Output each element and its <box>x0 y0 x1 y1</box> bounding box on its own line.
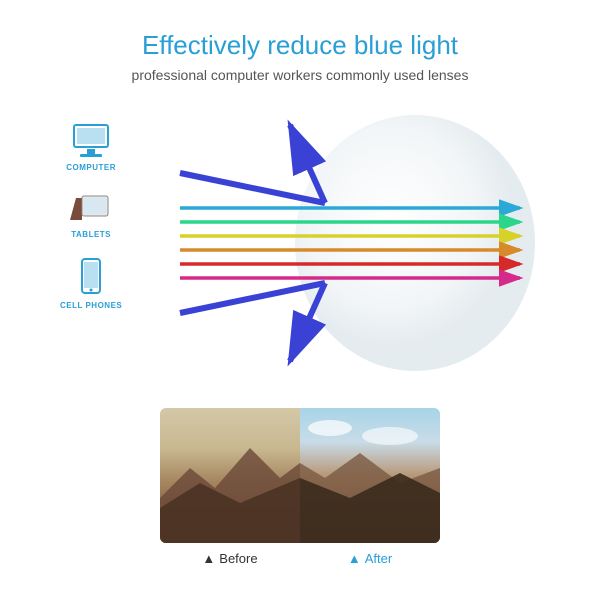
comparison-after <box>300 408 440 543</box>
lens-rays-svg <box>170 113 550 373</box>
page-title: Effectively reduce blue light <box>142 30 458 61</box>
triangle-icon: ▲ <box>202 551 215 566</box>
device-computer: COMPUTER <box>60 123 122 172</box>
phone-icon <box>79 257 103 297</box>
lens-diagram: COMPUTER TABLETS CELL PHONES <box>50 113 550 383</box>
tablet-icon <box>68 190 114 226</box>
device-list: COMPUTER TABLETS CELL PHONES <box>60 123 122 310</box>
tablet-label: TABLETS <box>71 230 111 239</box>
blue-ray-top-in <box>180 173 325 203</box>
blue-ray-bottom-in <box>180 283 325 313</box>
lens-shape <box>295 115 535 371</box>
comparison-labels: ▲ Before ▲ After <box>160 551 440 566</box>
page-subtitle: professional computer workers commonly u… <box>132 67 469 83</box>
triangle-icon: ▲ <box>348 551 361 566</box>
computer-label: COMPUTER <box>66 163 116 172</box>
before-label: ▲ Before <box>160 551 300 566</box>
device-tablet: TABLETS <box>60 190 122 239</box>
comparison-image <box>160 408 440 543</box>
before-text: Before <box>219 551 257 566</box>
comparison-before <box>160 408 300 543</box>
device-phone: CELL PHONES <box>60 257 122 310</box>
computer-icon <box>70 123 112 159</box>
after-label: ▲ After <box>300 551 440 566</box>
phone-label: CELL PHONES <box>60 301 122 310</box>
after-text: After <box>365 551 392 566</box>
